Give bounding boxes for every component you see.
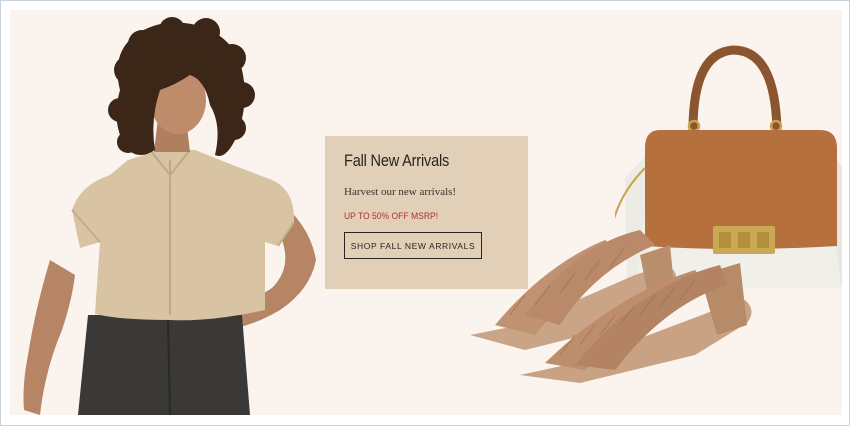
promo-subtitle: Harvest our new arrivals!: [344, 186, 457, 198]
sandals-image: [470, 230, 752, 383]
fall-promo-banner[interactable]: Fall New Arrivals Harvest our new arriva…: [10, 10, 842, 415]
banner-frame: Fall New Arrivals Harvest our new arriva…: [0, 0, 850, 426]
model-image: [23, 17, 316, 415]
promo-title: Fall New Arrivals: [344, 152, 450, 170]
shop-fall-new-arrivals-button[interactable]: SHOP FALL NEW ARRIVALS: [344, 232, 482, 259]
